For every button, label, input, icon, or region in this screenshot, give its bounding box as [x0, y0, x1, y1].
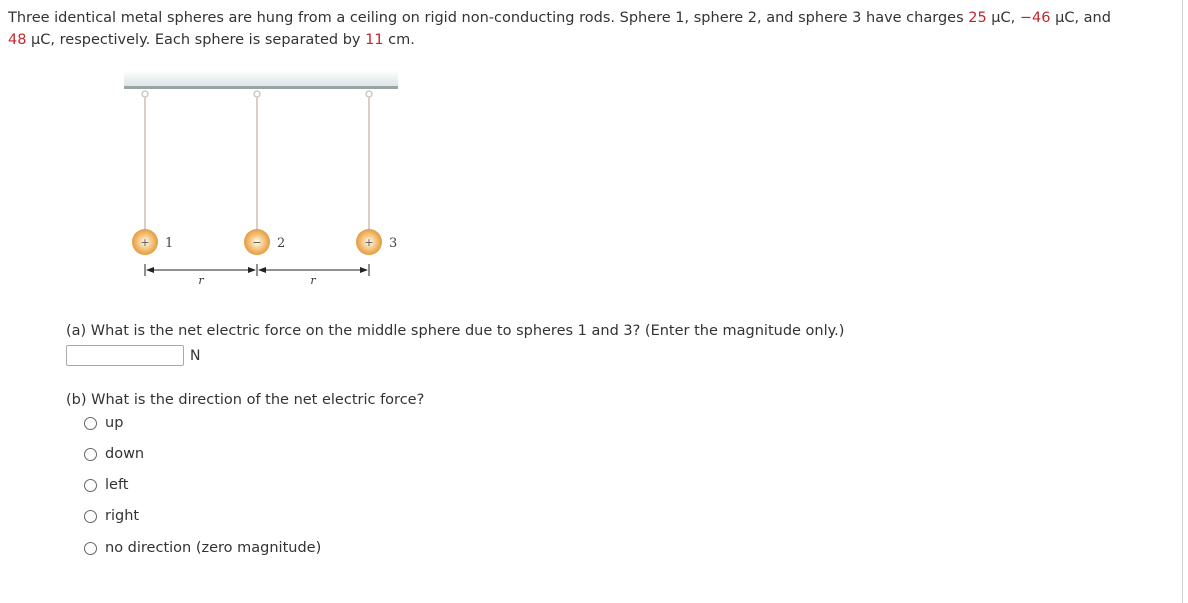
- sphere-3-sign: +: [364, 236, 373, 249]
- page-border: [1182, 0, 1183, 603]
- radio-up[interactable]: [84, 416, 97, 430]
- sphere-3: + 3: [356, 229, 397, 255]
- distance-label-2: r: [310, 274, 316, 287]
- problem-statement: Three identical metal spheres are hung f…: [8, 7, 1168, 51]
- sphere-1: + 1: [132, 229, 173, 255]
- radio-down[interactable]: [84, 447, 97, 461]
- sphere-2-label: 2: [277, 236, 285, 251]
- option-no-direction-label: no direction (zero magnitude): [105, 540, 322, 556]
- charge-1-unit: μC,: [986, 10, 1020, 26]
- option-left[interactable]: left: [84, 477, 129, 493]
- separation-unit: cm.: [383, 32, 415, 48]
- sphere-2: − 2: [244, 229, 285, 255]
- force-magnitude-input[interactable]: [66, 345, 184, 366]
- radio-right[interactable]: [84, 509, 97, 523]
- sphere-3-label: 3: [389, 236, 397, 251]
- option-down[interactable]: down: [84, 446, 144, 462]
- option-right[interactable]: right: [84, 508, 139, 524]
- problem-text-2: μC, respectively. Each sphere is separat…: [26, 32, 366, 48]
- sphere-1-sign: +: [140, 236, 149, 249]
- sphere-1-label: 1: [165, 236, 173, 251]
- part-b-question: (b) What is the direction of the net ele…: [66, 392, 425, 408]
- option-no-direction[interactable]: no direction (zero magnitude): [84, 540, 321, 556]
- charge-2-unit: μC, and: [1050, 10, 1111, 26]
- rod-1: [141, 90, 149, 231]
- option-up-label: up: [105, 415, 124, 431]
- radio-left[interactable]: [84, 478, 97, 492]
- rod-2: [253, 90, 261, 231]
- separation-value: 11: [365, 32, 384, 48]
- problem-text: Three identical metal spheres are hung f…: [8, 10, 969, 26]
- option-right-label: right: [105, 508, 140, 524]
- part-a-answer-row: N: [66, 345, 200, 366]
- sphere-2-sign: −: [252, 236, 261, 249]
- radio-no-direction[interactable]: [84, 541, 97, 555]
- option-left-label: left: [105, 477, 129, 493]
- spheres-figure: + 1 − 2 + 3 r r: [124, 70, 398, 287]
- charge-3-value: 48: [8, 32, 27, 48]
- distance-label-1: r: [198, 274, 204, 287]
- charge-2-value: −46: [1019, 10, 1051, 26]
- force-unit-label: N: [190, 347, 201, 364]
- rod-3: [365, 90, 373, 231]
- option-down-label: down: [105, 446, 145, 462]
- ceiling: [124, 70, 398, 89]
- option-up[interactable]: up: [84, 415, 123, 431]
- part-a-question: (a) What is the net electric force on th…: [66, 323, 845, 339]
- charge-1-value: 25: [968, 10, 987, 26]
